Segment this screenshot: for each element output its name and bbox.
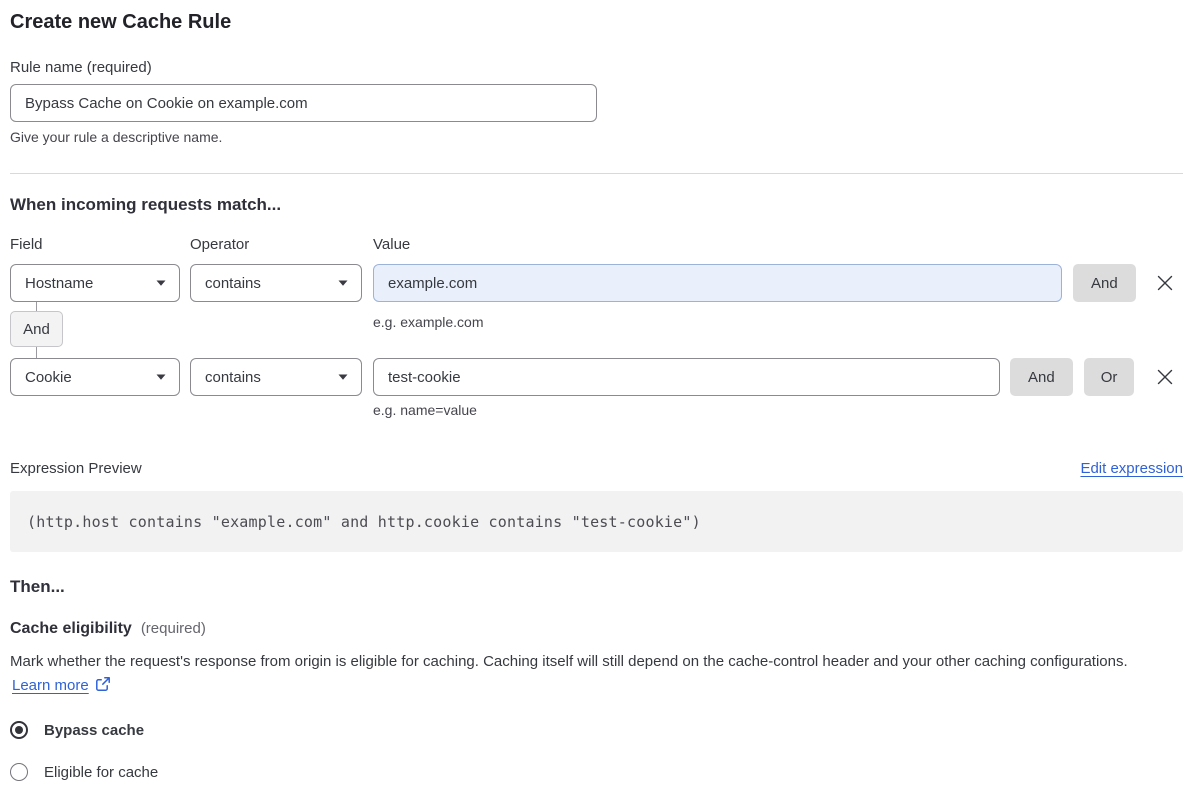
chevron-down-icon: [338, 280, 348, 286]
close-icon: [1157, 275, 1173, 291]
close-icon: [1157, 369, 1173, 385]
and-button-row2[interactable]: And: [1010, 358, 1073, 396]
rule-name-label: Rule name (required): [10, 59, 152, 76]
expression-code: (http.host contains "example.com" and ht…: [27, 512, 701, 531]
radio-label: Eligible for cache: [44, 763, 159, 781]
value-hint-row2: e.g. name=value: [373, 402, 477, 418]
value-input-row1[interactable]: [373, 264, 1062, 302]
match-heading: When incoming requests match...: [10, 195, 282, 214]
rule-name-input[interactable]: [10, 84, 597, 122]
connector-line: [36, 347, 37, 358]
radio-label: Bypass cache: [44, 721, 145, 739]
value-column-label: Value: [373, 236, 411, 253]
chevron-down-icon: [156, 280, 166, 286]
radio-button[interactable]: [10, 763, 28, 781]
operator-select-row1[interactable]: contains: [190, 264, 362, 302]
field-select-row2[interactable]: Cookie: [10, 358, 180, 396]
cache-eligibility-title: Cache eligibility: [10, 620, 132, 637]
description-text: Mark whether the request's response from…: [10, 653, 1128, 670]
chevron-down-icon: [338, 374, 348, 380]
create-cache-rule-form: Create new Cache Rule Rule name (require…: [0, 0, 1200, 781]
radio-button[interactable]: [10, 721, 28, 739]
operator-select-row2[interactable]: contains: [190, 358, 362, 396]
connector-band: And e.g. example.com: [10, 302, 1183, 358]
operator-select-row2-value: contains: [205, 368, 261, 386]
expression-code-block: (http.host contains "example.com" and ht…: [10, 491, 1183, 552]
edit-expression-link[interactable]: Edit expression: [1080, 460, 1183, 478]
or-button-row2[interactable]: Or: [1083, 358, 1135, 396]
match-row-2: Cookie contains And Or: [10, 358, 1183, 396]
match-row-1: Hostname contains And: [10, 264, 1183, 302]
learn-more-link[interactable]: Learn more: [12, 677, 89, 694]
and-connector-button[interactable]: And: [10, 311, 63, 347]
value-hint-row1: e.g. example.com: [373, 314, 484, 330]
match-column-headers: Field Operator Value: [10, 236, 1183, 254]
remove-row2-button[interactable]: [1153, 365, 1177, 389]
page-title: Create new Cache Rule: [10, 11, 232, 33]
then-heading: Then...: [10, 577, 65, 596]
expression-preview-label: Expression Preview: [10, 460, 142, 477]
rule-name-helper: Give your rule a descriptive name.: [10, 129, 223, 145]
required-note: (required): [140, 620, 206, 637]
operator-column-label: Operator: [190, 236, 250, 253]
and-button-row1[interactable]: And: [1073, 264, 1136, 302]
chevron-down-icon: [156, 374, 166, 380]
remove-row1-button[interactable]: [1153, 271, 1177, 295]
operator-select-row1-value: contains: [205, 274, 261, 292]
expression-preview-row: Expression Preview Edit expression: [10, 460, 1183, 478]
external-link-icon[interactable]: [95, 676, 111, 692]
field-select-row1[interactable]: Hostname: [10, 264, 180, 302]
cache-eligibility-description: Mark whether the request's response from…: [10, 650, 1170, 698]
radio-option-bypass-cache[interactable]: Bypass cache: [10, 721, 1183, 739]
field-column-label: Field: [10, 236, 43, 253]
connector-line: [36, 302, 37, 311]
field-select-row2-value: Cookie: [25, 368, 72, 386]
radio-option-eligible-for-cache[interactable]: Eligible for cache: [10, 763, 1183, 781]
cache-eligibility-heading: Cache eligibility (required): [10, 620, 1183, 638]
field-select-row1-value: Hostname: [25, 274, 94, 292]
section-divider: [10, 173, 1183, 174]
value-input-row2[interactable]: [373, 358, 1000, 396]
